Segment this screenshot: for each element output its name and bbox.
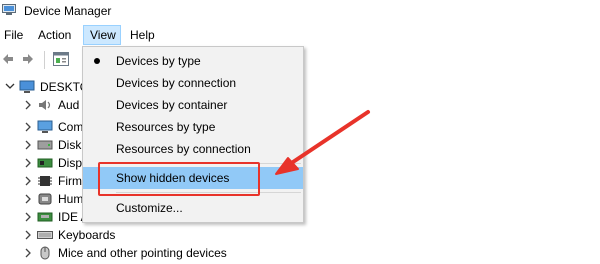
annotation-arrow-icon [275, 110, 370, 175]
